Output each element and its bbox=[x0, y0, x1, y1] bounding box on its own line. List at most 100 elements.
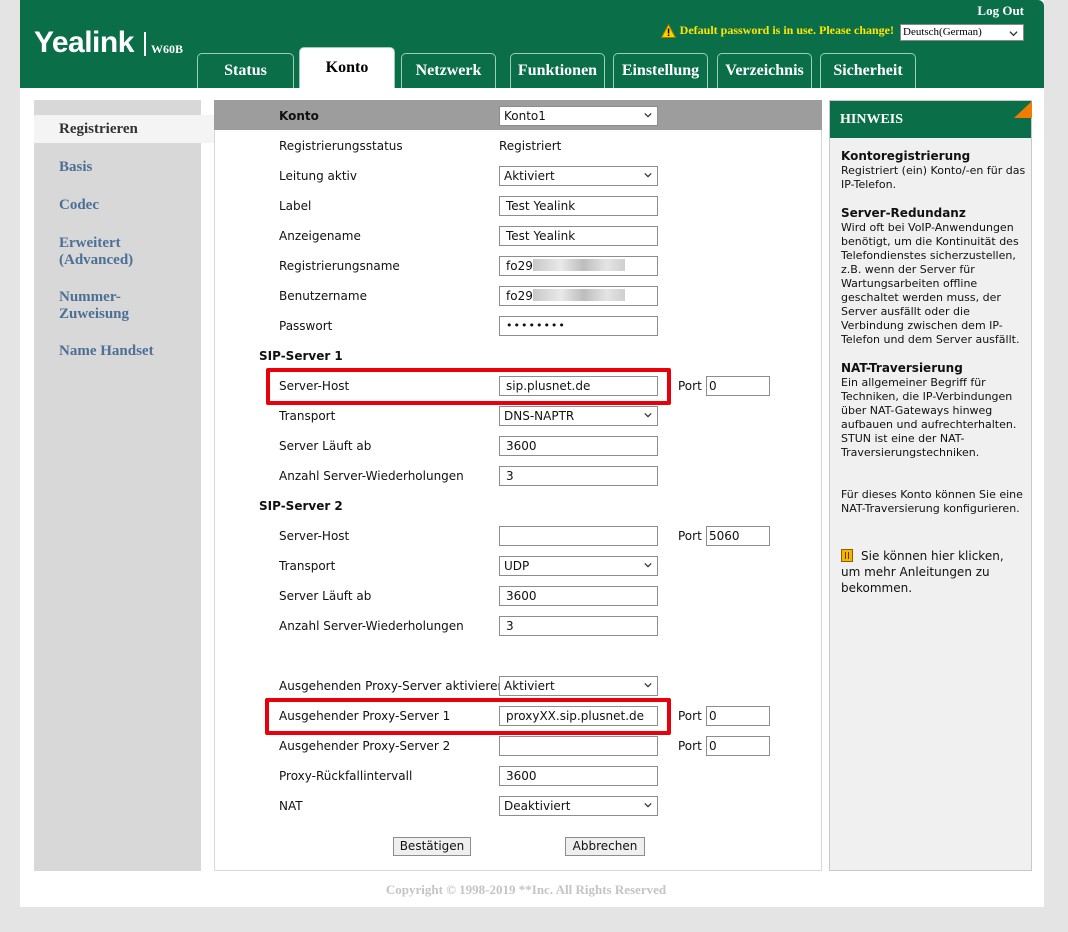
tab-netzwerk[interactable]: Netzwerk bbox=[401, 53, 496, 88]
regname-value: fo29 bbox=[506, 259, 533, 273]
sip2-retry-input[interactable]: 3 bbox=[499, 616, 658, 636]
sip2-port-label: Port bbox=[678, 529, 702, 543]
proxy2-port-input[interactable]: 0 bbox=[706, 736, 770, 756]
chevron-down-icon bbox=[644, 172, 652, 178]
sip1-expires-input[interactable]: 3600 bbox=[499, 436, 658, 456]
sidebar-item-erweitert[interactable]: Erweitert (Advanced) bbox=[34, 235, 216, 269]
sip1-transport-value: DNS-NAPTR bbox=[504, 409, 575, 423]
tab-einstellung[interactable]: Einstellung bbox=[613, 53, 708, 88]
header-bar: Yealink W60B Log Out Default password is… bbox=[20, 0, 1044, 88]
proxy1-input[interactable]: proxyXX.sip.plusnet.de bbox=[499, 706, 658, 726]
hint-section-text: Registriert (ein) Konto/-en für das IP-T… bbox=[841, 164, 1026, 191]
proxy-enable-select[interactable]: Aktiviert bbox=[499, 676, 658, 696]
regname-label: Registrierungsname bbox=[279, 259, 400, 273]
hint-title: HINWEIS bbox=[830, 101, 1031, 138]
leitung-select-value: Aktiviert bbox=[504, 169, 555, 183]
hint-section-text: Für dieses Konto können Sie eine NAT-Tra… bbox=[841, 488, 1023, 515]
page: Yealink W60B Log Out Default password is… bbox=[20, 0, 1044, 907]
sip2-port-input[interactable]: 5060 bbox=[706, 526, 770, 546]
leitung-select[interactable]: Aktiviert bbox=[499, 166, 658, 186]
regname-input[interactable]: fo29 bbox=[499, 256, 658, 276]
logo-separator bbox=[144, 32, 146, 56]
sip1-transport-select[interactable]: DNS-NAPTR bbox=[499, 406, 658, 426]
hint-section-text: Ein allgemeiner Begriff für Techniken, d… bbox=[841, 376, 1017, 459]
sip1-expires-label: Server Läuft ab bbox=[279, 439, 372, 453]
passwort-input[interactable]: •••••••• bbox=[499, 316, 658, 336]
sip2-expires-label: Server Läuft ab bbox=[279, 589, 372, 603]
proxy2-label: Ausgehender Proxy-Server 2 bbox=[279, 739, 451, 753]
cancel-button[interactable]: Abbrechen bbox=[565, 837, 645, 856]
hint-section-title: Kontoregistrierung bbox=[841, 149, 971, 163]
benutzer-value: fo29 bbox=[506, 289, 533, 303]
passwort-label: Passwort bbox=[279, 319, 333, 333]
redacted-text bbox=[532, 259, 625, 271]
nat-select-value: Deaktiviert bbox=[504, 799, 571, 813]
fallback-input[interactable]: 3600 bbox=[499, 766, 658, 786]
sidebar-item-registrieren[interactable]: Registrieren bbox=[34, 115, 216, 143]
sip1-transport-label: Transport bbox=[279, 409, 336, 423]
sip2-title: SIP-Server 2 bbox=[259, 499, 343, 513]
hint-section-title: NAT-Traversierung bbox=[841, 361, 963, 375]
copyright: Copyright © 1998-2019 **Inc. All Rights … bbox=[385, 882, 667, 897]
leitung-label: Leitung aktiv bbox=[279, 169, 357, 183]
proxy2-port-label: Port bbox=[678, 739, 702, 753]
tab-verzeichnis[interactable]: Verzeichnis bbox=[717, 53, 812, 88]
hint-section-text: Wird oft bei VoIP-Anwendungen benötigt, … bbox=[841, 221, 1020, 346]
password-warning[interactable]: Default password is in use. Please chang… bbox=[660, 23, 894, 38]
sip1-port-input[interactable]: 0 bbox=[706, 376, 770, 396]
tab-funktionen[interactable]: Funktionen bbox=[510, 53, 605, 88]
sip2-transport-select[interactable]: UDP bbox=[499, 556, 658, 576]
fallback-label: Proxy-Rückfallintervall bbox=[279, 769, 413, 783]
sip1-retry-label: Anzahl Server-Wiederholungen bbox=[279, 469, 464, 483]
brand-logo: Yealink bbox=[34, 26, 134, 59]
sip1-port-label: Port bbox=[678, 379, 702, 393]
logout-link[interactable]: Log Out bbox=[977, 3, 1024, 19]
help-book-icon[interactable] bbox=[841, 549, 853, 562]
proxy1-port-input[interactable]: 0 bbox=[706, 706, 770, 726]
sidebar-item-nummer-zuweisung[interactable]: Nummer- Zuweisung bbox=[34, 289, 216, 323]
sip1-host-label: Server-Host bbox=[279, 379, 350, 393]
sidebar-item-codec[interactable]: Codec bbox=[34, 197, 216, 214]
tab-sicherheit[interactable]: Sicherheit bbox=[820, 53, 916, 88]
sip1-title: SIP-Server 1 bbox=[259, 349, 343, 363]
warning-icon bbox=[660, 23, 676, 38]
sip2-host-input[interactable] bbox=[499, 526, 658, 546]
tab-konto[interactable]: Konto bbox=[299, 47, 395, 88]
benutzer-input[interactable]: fo29 bbox=[499, 286, 658, 306]
chevron-down-icon bbox=[644, 562, 652, 568]
sip2-expires-input[interactable]: 3600 bbox=[499, 586, 658, 606]
konto-label: Konto bbox=[279, 109, 319, 123]
proxy1-label: Ausgehender Proxy-Server 1 bbox=[279, 709, 451, 723]
language-select[interactable]: Deutsch(German) bbox=[900, 24, 1024, 41]
sip2-transport-label: Transport bbox=[279, 559, 336, 573]
sip2-host-label: Server-Host bbox=[279, 529, 350, 543]
proxy2-input[interactable] bbox=[499, 736, 658, 756]
sidebar-item-name-handset[interactable]: Name Handset bbox=[34, 343, 216, 360]
konto-select[interactable]: Konto1 bbox=[499, 106, 658, 126]
hint-panel: HINWEIS Kontoregistrierung Registriert (e… bbox=[829, 100, 1032, 871]
confirm-button[interactable]: Bestätigen bbox=[393, 837, 471, 856]
benutzer-label: Benutzername bbox=[279, 289, 367, 303]
nat-select[interactable]: Deaktiviert bbox=[499, 796, 658, 816]
sip2-transport-value: UDP bbox=[504, 559, 530, 573]
anzeigename-input[interactable]: Test Yealink bbox=[499, 226, 658, 246]
proxy-enable-value: Aktiviert bbox=[504, 679, 555, 693]
warning-text: Default password is in use. Please chang… bbox=[679, 23, 894, 37]
nat-label: NAT bbox=[279, 799, 303, 813]
chevron-down-icon bbox=[644, 802, 652, 808]
tab-status[interactable]: Status bbox=[197, 53, 294, 88]
language-value: Deutsch(German) bbox=[903, 26, 982, 38]
hint-section-title: Server-Redundanz bbox=[841, 206, 966, 220]
help-link-text[interactable]: Sie können hier klicken, um mehr Anleitu… bbox=[841, 549, 1004, 595]
sip1-retry-input[interactable]: 3 bbox=[499, 466, 658, 486]
reg-status-value: Registriert bbox=[499, 139, 562, 153]
reg-status-label: Registrierungsstatus bbox=[279, 139, 403, 153]
label-input[interactable]: Test Yealink bbox=[499, 196, 658, 216]
model-name: W60B bbox=[151, 42, 184, 56]
sidebar-item-basis[interactable]: Basis bbox=[34, 159, 216, 176]
proxy-enable-label: Ausgehenden Proxy-Server aktivieren bbox=[279, 679, 506, 693]
sip1-host-input[interactable]: sip.plusnet.de bbox=[499, 376, 658, 396]
proxy1-port-label: Port bbox=[678, 709, 702, 723]
sip2-retry-label: Anzahl Server-Wiederholungen bbox=[279, 619, 464, 633]
chevron-down-icon bbox=[644, 682, 652, 688]
